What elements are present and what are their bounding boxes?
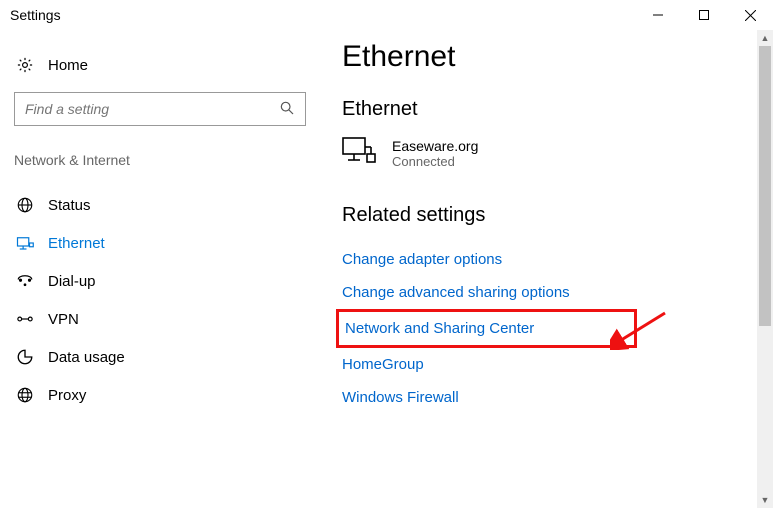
scroll-down-arrow[interactable]: ▼ bbox=[757, 492, 773, 508]
highlight-annotation: Network and Sharing Center bbox=[336, 309, 637, 348]
sidebar-item-status[interactable]: Status bbox=[14, 186, 306, 224]
main-panel: Ethernet Ethernet Easeware.org Connected… bbox=[320, 30, 773, 508]
window-controls bbox=[635, 0, 773, 30]
sidebar-item-ethernet[interactable]: Ethernet bbox=[14, 224, 306, 262]
link-homegroup[interactable]: HomeGroup bbox=[342, 348, 773, 381]
category-heading: Network & Internet bbox=[14, 152, 306, 168]
sidebar-item-vpn[interactable]: VPN bbox=[14, 300, 306, 338]
scroll-thumb[interactable] bbox=[759, 46, 771, 326]
scroll-up-arrow[interactable]: ▲ bbox=[757, 30, 773, 46]
link-advanced-sharing[interactable]: Change advanced sharing options bbox=[342, 276, 773, 309]
sidebar-item-label: Data usage bbox=[48, 349, 125, 366]
proxy-icon bbox=[16, 386, 34, 404]
minimize-button[interactable] bbox=[635, 0, 681, 30]
search-icon bbox=[279, 100, 295, 119]
ethernet-device-icon bbox=[342, 137, 376, 170]
sidebar-item-label: Status bbox=[48, 197, 91, 214]
globe-icon bbox=[16, 196, 34, 214]
data-usage-icon bbox=[16, 348, 34, 366]
home-label: Home bbox=[48, 57, 88, 74]
sidebar-item-dialup[interactable]: Dial-up bbox=[14, 262, 306, 300]
sidebar-item-label: Ethernet bbox=[48, 235, 105, 252]
sidebar-item-datausage[interactable]: Data usage bbox=[14, 338, 306, 376]
sidebar: Home Network & Internet Status bbox=[0, 30, 320, 508]
close-button[interactable] bbox=[727, 0, 773, 30]
link-adapter-options[interactable]: Change adapter options bbox=[342, 243, 773, 276]
ethernet-icon bbox=[16, 234, 34, 252]
scrollbar[interactable]: ▲ ▼ bbox=[757, 30, 773, 508]
related-settings-heading: Related settings bbox=[342, 204, 773, 227]
connection-name: Easeware.org bbox=[392, 138, 478, 154]
sidebar-item-label: VPN bbox=[48, 311, 79, 328]
dialup-icon bbox=[16, 272, 34, 290]
link-windows-firewall[interactable]: Windows Firewall bbox=[342, 381, 773, 414]
maximize-button[interactable] bbox=[681, 0, 727, 30]
sidebar-item-proxy[interactable]: Proxy bbox=[14, 376, 306, 414]
titlebar: Settings bbox=[0, 0, 773, 30]
search-input[interactable] bbox=[25, 101, 279, 117]
sidebar-item-label: Proxy bbox=[48, 387, 86, 404]
connection-section-heading: Ethernet bbox=[342, 98, 773, 121]
connection-item[interactable]: Easeware.org Connected bbox=[342, 137, 773, 170]
home-button[interactable]: Home bbox=[14, 50, 306, 92]
connection-status: Connected bbox=[392, 154, 478, 169]
link-network-sharing-center[interactable]: Network and Sharing Center bbox=[345, 316, 534, 341]
window-title: Settings bbox=[10, 7, 61, 23]
vpn-icon bbox=[16, 310, 34, 328]
sidebar-item-label: Dial-up bbox=[48, 273, 96, 290]
search-box[interactable] bbox=[14, 92, 306, 126]
page-title: Ethernet bbox=[342, 40, 773, 74]
gear-icon bbox=[16, 56, 34, 74]
